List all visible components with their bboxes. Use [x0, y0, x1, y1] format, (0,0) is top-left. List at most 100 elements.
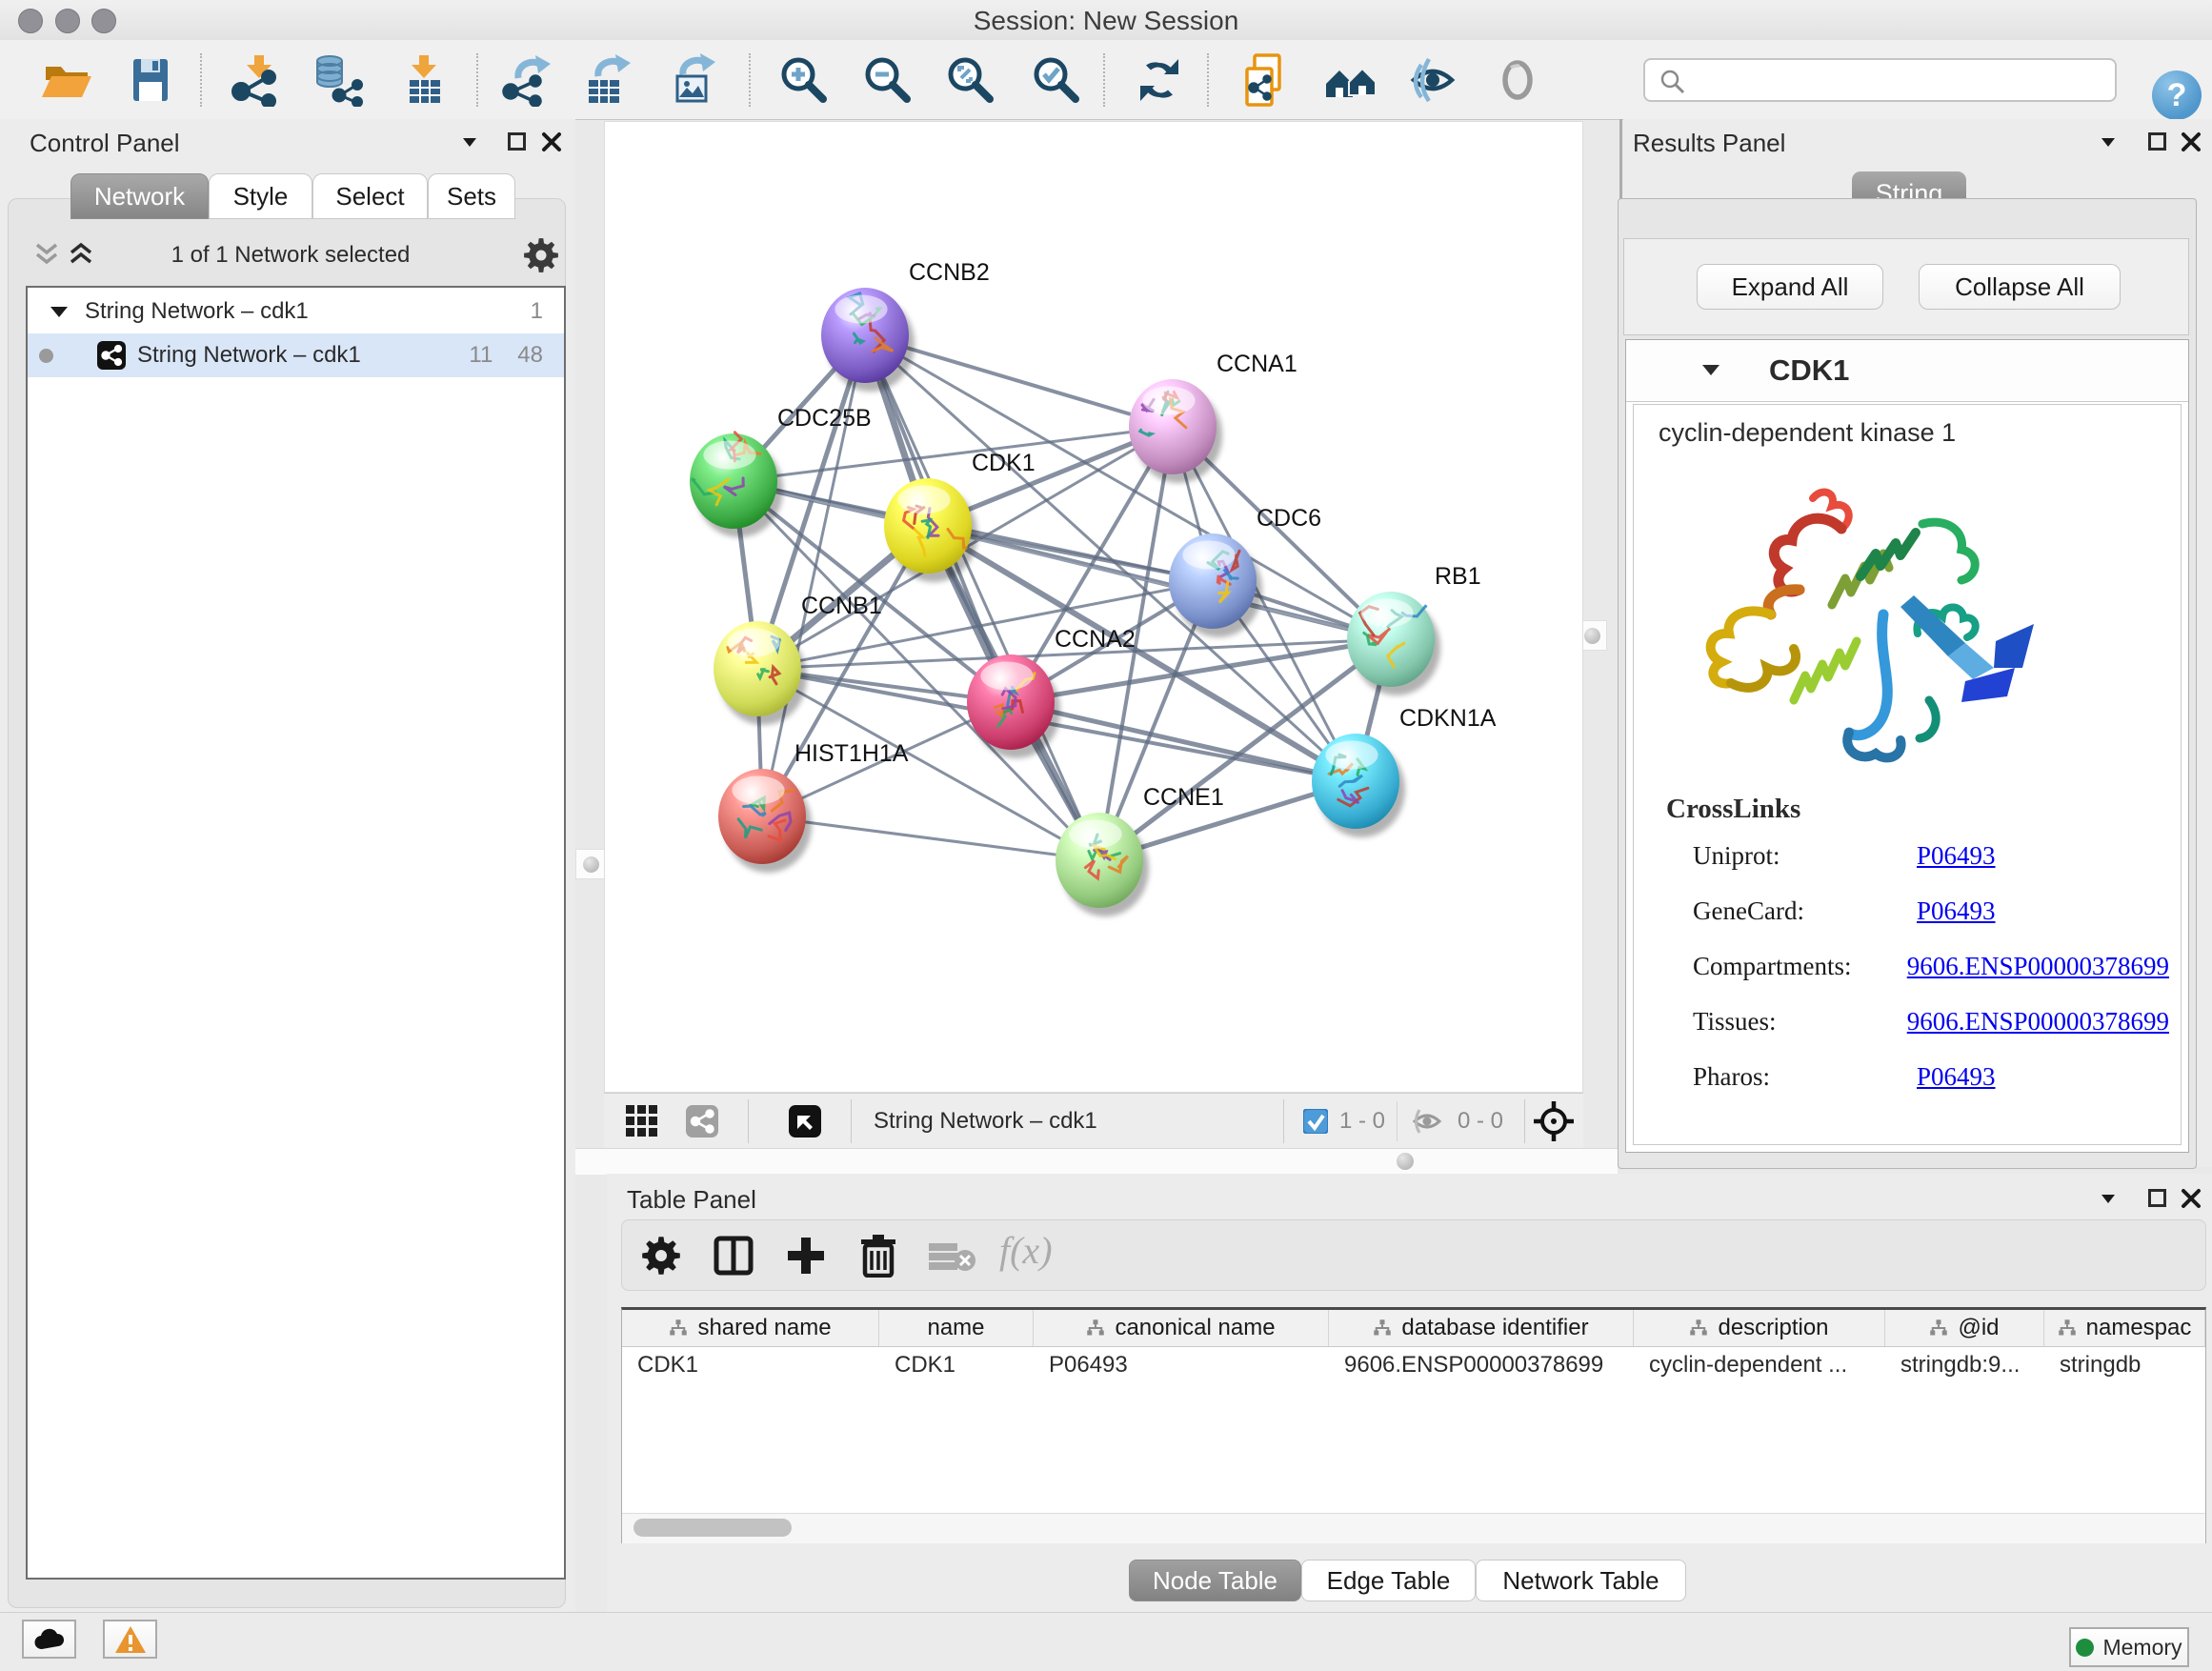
cdk1-collapse-icon[interactable] — [1702, 365, 1719, 375]
export-table-icon[interactable] — [581, 53, 634, 107]
collapse-all-button[interactable]: Collapse All — [1919, 264, 2121, 310]
results-panel-collapse-icon[interactable] — [2101, 138, 2115, 147]
crosslink-link[interactable]: 9606.ENSP00000378699 — [1907, 1007, 2169, 1037]
crosslink-link[interactable]: P06493 — [1917, 1062, 1996, 1092]
table-hscrollbar-thumb[interactable] — [633, 1519, 792, 1537]
node-CCNA2[interactable] — [967, 654, 1060, 758]
open-session-icon[interactable] — [40, 53, 93, 107]
table-panel-float-icon[interactable] — [2148, 1189, 2166, 1207]
import-network-database-icon[interactable] — [312, 53, 365, 107]
table-splitter-handle[interactable] — [1397, 1153, 1414, 1170]
control-panel-collapse-icon[interactable] — [463, 138, 476, 147]
node-CDC6[interactable] — [1169, 534, 1262, 637]
table-cell[interactable]: 9606.ENSP00000378699 — [1329, 1347, 1634, 1383]
column-header-namespac[interactable]: namespac — [2044, 1310, 2205, 1346]
search-box[interactable] — [1643, 58, 2117, 102]
node-CCNE1[interactable] — [1056, 813, 1149, 916]
tab-select[interactable]: Select — [312, 173, 428, 219]
node-table[interactable]: shared namenamecanonical namedatabase id… — [621, 1307, 2206, 1543]
table-hscrollbar[interactable] — [622, 1513, 2205, 1543]
table-panel-close-icon[interactable] — [2181, 1188, 2202, 1209]
show-columns-icon[interactable] — [714, 1236, 754, 1276]
network-canvas[interactable]: CCNB2CCNA1CDC25BCDK1CDC6RB1CCNB1CCNA2CDK… — [604, 121, 1583, 1093]
network-view-icon[interactable] — [686, 1105, 718, 1137]
string-network-graph[interactable]: CCNB2CCNA1CDC25BCDK1CDC6RB1CCNB1CCNA2CDK… — [605, 122, 1584, 1094]
import-table-file-icon[interactable] — [398, 53, 452, 107]
node-CCNA1[interactable] — [1129, 379, 1222, 483]
control-panel-float-icon[interactable] — [508, 132, 526, 151]
expander-icon[interactable] — [50, 307, 68, 317]
table-row[interactable]: CDK1CDK1P064939606.ENSP00000378699cyclin… — [622, 1347, 2205, 1383]
column-header-canonical-name[interactable]: canonical name — [1034, 1310, 1329, 1346]
results-panel-close-icon[interactable] — [2181, 131, 2202, 152]
table-cell[interactable]: CDK1 — [879, 1347, 1034, 1383]
zoom-out-icon[interactable] — [859, 53, 913, 107]
show-all-icon[interactable] — [1491, 53, 1544, 107]
edge-CCNE1-HIST1H1A[interactable] — [762, 816, 1099, 860]
table-cell[interactable]: stringdb — [2044, 1347, 2205, 1383]
network-tree-row[interactable]: String Network – cdk1 1 — [28, 290, 564, 333]
table-splitter[interactable] — [575, 1148, 1618, 1175]
node-HIST1H1A[interactable] — [718, 769, 812, 873]
table-cell[interactable]: CDK1 — [622, 1347, 879, 1383]
table-settings-gear-icon[interactable] — [641, 1236, 681, 1276]
import-network-file-icon[interactable] — [230, 53, 283, 107]
tab-network[interactable]: Network — [70, 173, 209, 219]
warnings-button[interactable] — [103, 1620, 157, 1659]
node-CDKN1A[interactable] — [1312, 734, 1405, 837]
network-tree-row[interactable]: String Network – cdk1 11 48 — [28, 333, 564, 377]
node-RB1[interactable] — [1347, 592, 1440, 695]
crosslink-link[interactable]: 9606.ENSP00000378699 — [1907, 952, 2169, 981]
clone-network-icon[interactable] — [1237, 53, 1291, 107]
cloud-button[interactable] — [22, 1620, 76, 1659]
tab-node-table[interactable]: Node Table — [1129, 1560, 1301, 1601]
grid-view-icon[interactable] — [626, 1105, 658, 1137]
search-input[interactable] — [1695, 64, 2108, 98]
fit-content-crosshair-icon[interactable] — [1534, 1101, 1574, 1141]
results-panel-float-icon[interactable] — [2148, 132, 2166, 151]
column-header-description[interactable]: description — [1634, 1310, 1885, 1346]
save-session-icon[interactable] — [124, 53, 177, 107]
refresh-icon[interactable] — [1133, 53, 1186, 107]
node-CDK1[interactable] — [884, 478, 977, 582]
edge-CCNB2-CCNE1[interactable] — [865, 335, 1099, 860]
first-neighbors-icon[interactable] — [1324, 53, 1377, 107]
control-panel-close-icon[interactable] — [541, 131, 562, 152]
cdk1-section-header[interactable]: CDK1 — [1626, 340, 2188, 402]
tab-style[interactable]: Style — [209, 173, 312, 219]
zoom-selected-icon[interactable] — [1028, 53, 1081, 107]
column-header-@id[interactable]: @id — [1885, 1310, 2044, 1346]
tab-edge-table[interactable]: Edge Table — [1301, 1560, 1476, 1601]
table-cell[interactable]: stringdb:9... — [1885, 1347, 2044, 1383]
left-splitter-handle[interactable] — [575, 849, 606, 879]
export-network-icon[interactable] — [499, 53, 553, 107]
export-image-icon[interactable] — [666, 53, 719, 107]
delete-column-trash-icon[interactable] — [857, 1234, 899, 1278]
collapse-all-networks-icon[interactable] — [34, 241, 59, 270]
table-cell[interactable]: P06493 — [1034, 1347, 1329, 1383]
column-header-shared-name[interactable]: shared name — [622, 1310, 879, 1346]
expand-all-networks-icon[interactable] — [69, 241, 93, 270]
table-panel-collapse-icon[interactable] — [2101, 1195, 2115, 1203]
add-column-icon[interactable] — [786, 1236, 826, 1276]
tab-network-table[interactable]: Network Table — [1476, 1560, 1686, 1601]
selected-checkbox-icon[interactable] — [1303, 1109, 1328, 1134]
expand-all-button[interactable]: Expand All — [1697, 264, 1883, 310]
table-cell[interactable]: cyclin-dependent ... — [1634, 1347, 1885, 1383]
help-button[interactable]: ? — [2152, 70, 2202, 120]
node-CCNB2[interactable] — [821, 288, 915, 392]
node-CDC25B[interactable] — [690, 433, 783, 537]
hidden-eye-slash-icon[interactable] — [1412, 1107, 1442, 1136]
birds-eye-view-icon[interactable] — [789, 1105, 821, 1137]
hide-selected-icon[interactable] — [1406, 53, 1459, 107]
zoom-fit-icon[interactable] — [942, 53, 995, 107]
tab-sets[interactable]: Sets — [428, 173, 515, 219]
column-header-name[interactable]: name — [879, 1310, 1034, 1346]
network-options-gear-icon[interactable] — [523, 237, 559, 273]
memory-button[interactable]: Memory — [2069, 1627, 2189, 1667]
crosslink-link[interactable]: P06493 — [1917, 841, 1996, 871]
column-header-database-identifier[interactable]: database identifier — [1329, 1310, 1634, 1346]
crosslink-link[interactable]: P06493 — [1917, 896, 1996, 926]
zoom-in-icon[interactable] — [775, 53, 829, 107]
edge-CCNA2-CDKN1A[interactable] — [1011, 702, 1356, 781]
